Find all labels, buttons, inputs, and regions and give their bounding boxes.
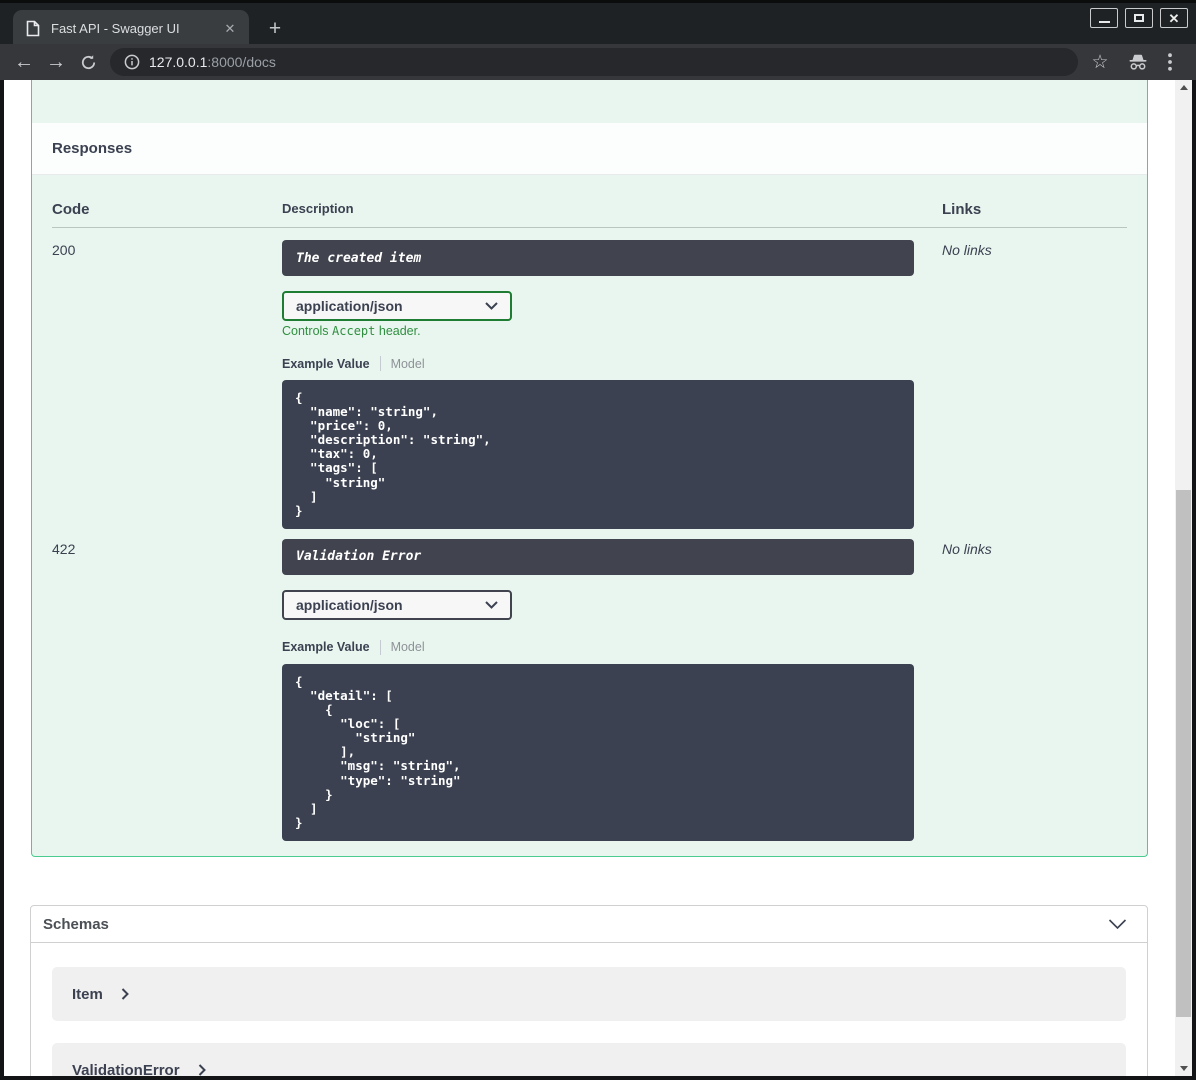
example-json-422: { "detail": [ { "loc": [ "string" ], "ms… <box>282 663 914 841</box>
response-links: No links <box>942 540 992 557</box>
response-description-box: Validation Error <box>282 538 914 575</box>
tab-close-icon[interactable]: ✕ <box>221 20 239 38</box>
site-info-icon[interactable] <box>124 54 140 70</box>
schemas-section: Schemas Item ValidationError <box>30 905 1148 1076</box>
browser-menu-button[interactable] <box>1156 48 1184 76</box>
tab-example-value[interactable]: Example Value <box>282 640 370 654</box>
description-column-header: Description <box>282 201 354 216</box>
tab-example-value[interactable]: Example Value <box>282 357 370 371</box>
responses-table-header: Code Description Links <box>52 175 1127 228</box>
window-close-button[interactable]: ✕ <box>1160 8 1188 28</box>
endpoint-block: Responses Code Description Links 200 The… <box>31 80 1148 857</box>
response-description-cell: Validation Error application/json Exampl… <box>282 538 942 841</box>
tab-separator <box>379 639 381 655</box>
close-icon: ✕ <box>1168 10 1180 26</box>
maximize-icon <box>1134 14 1144 22</box>
scrollbar-thumb[interactable] <box>1176 490 1191 1017</box>
url-bar[interactable]: 127.0.0.1:8000/docs <box>110 48 1078 76</box>
tab-model[interactable]: Model <box>391 640 425 654</box>
schemas-title: Schemas <box>43 915 109 933</box>
reload-icon <box>81 54 95 69</box>
accept-header-note: Controls Accept header. <box>282 324 421 338</box>
example-json-200: { "name": "string", "price": 0, "descrip… <box>282 380 914 529</box>
response-row-200: 200 The created item application/json Co… <box>52 228 1127 529</box>
scroll-up-arrow[interactable] <box>1175 80 1192 95</box>
kebab-menu-icon <box>1168 53 1172 71</box>
example-model-tabs: Example Value Model <box>282 639 942 655</box>
window-maximize-button[interactable] <box>1125 8 1153 28</box>
media-type-select-200[interactable]: application/json <box>282 291 512 321</box>
browser-toolbar: ← → 127.0.0.1:8000/docs ☆ <box>0 44 1196 80</box>
schemas-body: Item ValidationError <box>31 943 1147 1076</box>
schema-validation-error[interactable]: ValidationError <box>52 1043 1126 1076</box>
response-code: 422 <box>52 540 76 557</box>
page-favicon-icon <box>26 20 41 38</box>
chevron-right-icon <box>121 988 129 1000</box>
browser-window: Fast API - Swagger UI ✕ + ✕ ← → 127.0.0.… <box>0 0 1196 1080</box>
tab-separator <box>379 356 381 371</box>
schema-item[interactable]: Item <box>52 967 1126 1021</box>
response-description-cell: The created item application/json Contro… <box>282 240 942 529</box>
chevron-down-icon <box>485 601 498 609</box>
incognito-icon <box>1129 54 1147 70</box>
scroll-down-arrow[interactable] <box>1175 1061 1192 1076</box>
responses-section-header: Responses <box>32 123 1147 175</box>
url-text[interactable]: 127.0.0.1:8000/docs <box>149 54 276 70</box>
response-row-422: 422 Validation Error application/json Ex… <box>52 538 1127 841</box>
tab-title: Fast API - Swagger UI <box>51 21 180 36</box>
back-button[interactable]: ← <box>10 48 38 76</box>
browser-tab[interactable]: Fast API - Swagger UI ✕ <box>13 10 249 47</box>
collapse-chevron-icon[interactable] <box>1108 918 1127 930</box>
links-column-header: Links <box>942 201 982 218</box>
page-scrollbar[interactable] <box>1175 80 1192 1076</box>
response-description-box: The created item <box>282 240 914 276</box>
media-type-select-422[interactable]: application/json <box>282 589 512 620</box>
titlebar: Fast API - Swagger UI ✕ + ✕ <box>0 0 1196 47</box>
schemas-header[interactable]: Schemas <box>31 906 1147 943</box>
bookmark-star-button[interactable]: ☆ <box>1086 48 1114 76</box>
code-column-header: Code <box>52 201 90 218</box>
reload-button[interactable] <box>74 48 102 76</box>
responses-title: Responses <box>52 140 133 157</box>
new-tab-button[interactable]: + <box>262 16 288 42</box>
forward-button[interactable]: → <box>42 48 70 76</box>
example-model-tabs: Example Value Model <box>282 356 942 371</box>
responses-table: Code Description Links 200 The created i… <box>32 175 1147 856</box>
window-minimize-button[interactable] <box>1090 8 1118 28</box>
tab-model[interactable]: Model <box>391 357 425 371</box>
forward-icon: → <box>46 50 66 73</box>
chevron-right-icon <box>198 1064 206 1076</box>
back-icon: ← <box>14 50 34 73</box>
star-icon: ☆ <box>1091 51 1109 73</box>
chevron-down-icon <box>485 302 498 310</box>
minimize-icon <box>1098 20 1110 23</box>
incognito-indicator <box>1124 48 1152 76</box>
response-links: No links <box>942 242 992 258</box>
response-code: 200 <box>52 242 76 258</box>
page-content: Responses Code Description Links 200 The… <box>4 80 1175 1076</box>
